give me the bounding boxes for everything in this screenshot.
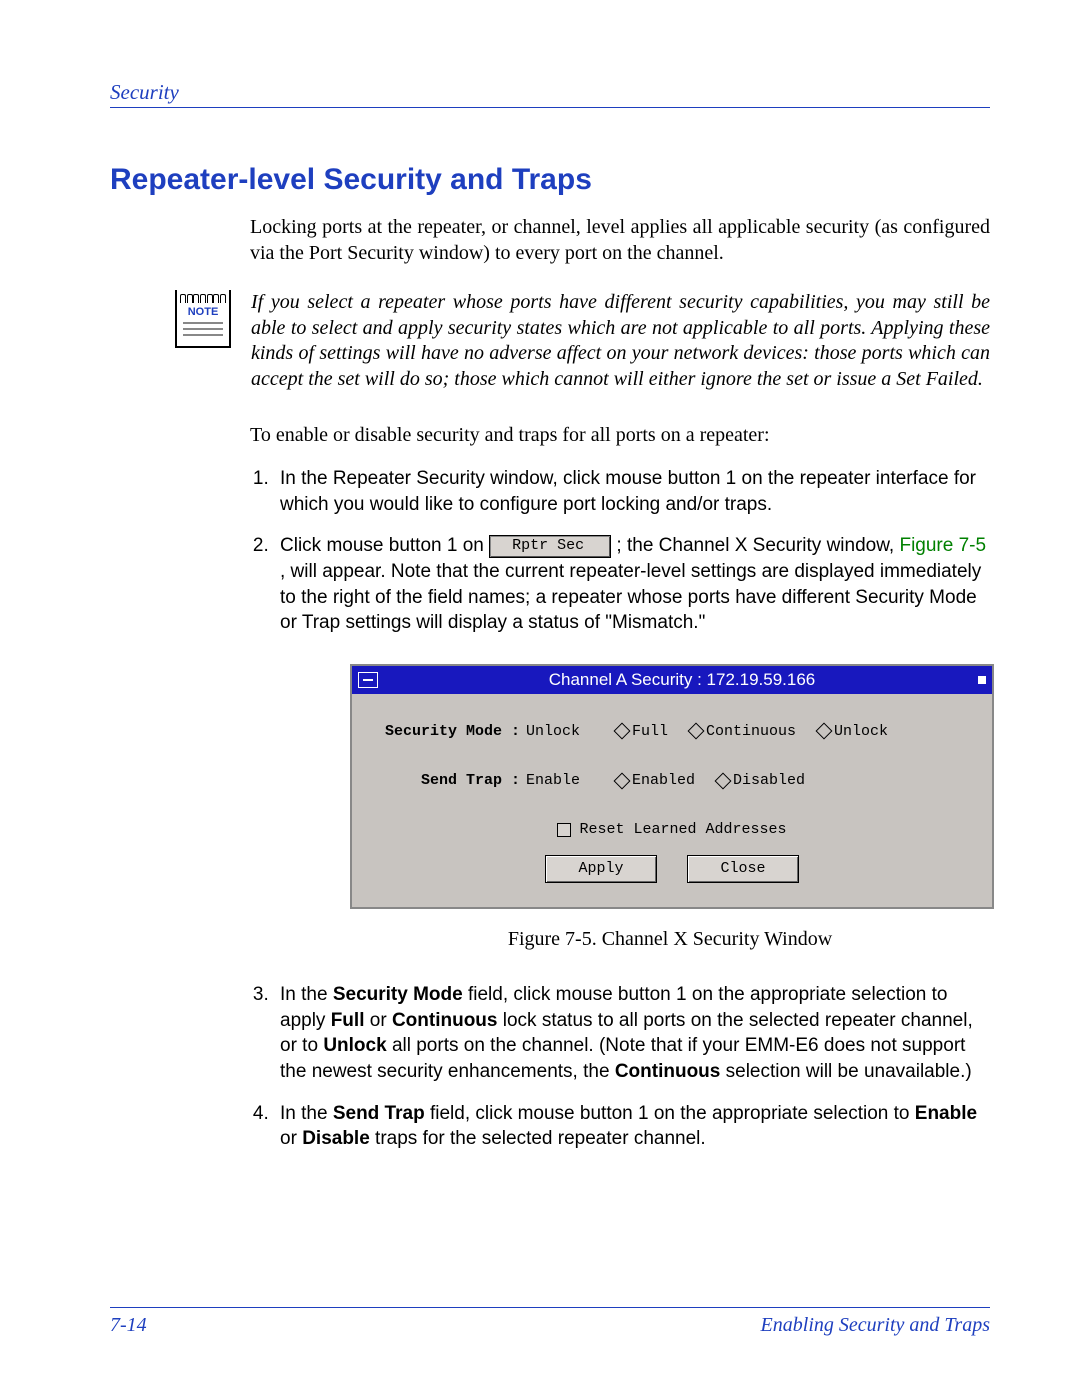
diamond-icon: [614, 723, 631, 740]
running-header: Security: [110, 80, 990, 108]
steps-list-cont: In the Security Mode field, click mouse …: [250, 982, 990, 1152]
security-mode-value: Unlock: [526, 722, 616, 741]
step-3: In the Security Mode field, click mouse …: [274, 982, 990, 1085]
step-1: In the Repeater Security window, click m…: [274, 466, 990, 517]
send-trap-label: Send Trap :: [421, 772, 520, 789]
rptr-sec-button[interactable]: Rptr Sec: [489, 535, 611, 557]
steps-list: In the Repeater Security window, click m…: [250, 466, 990, 636]
close-button[interactable]: Close: [687, 855, 799, 882]
send-trap-value: Enable: [526, 771, 616, 790]
page-number: 7-14: [110, 1314, 147, 1337]
figure-caption: Figure 7-5. Channel X Security Window: [350, 927, 990, 953]
security-mode-option-continuous[interactable]: Continuous: [690, 722, 796, 741]
security-mode-option-full[interactable]: Full: [616, 722, 668, 741]
figure-7-5: Channel A Security : 172.19.59.166 Secur…: [350, 664, 990, 952]
security-mode-option-unlock[interactable]: Unlock: [818, 722, 888, 741]
steps-intro: To enable or disable security and traps …: [250, 423, 990, 449]
page: Security Repeater-level Security and Tra…: [0, 0, 1080, 1397]
note-block: NOTE If you select a repeater whose port…: [110, 290, 990, 392]
checkbox-icon: [557, 823, 571, 837]
send-trap-option-disabled[interactable]: Disabled: [717, 771, 805, 790]
window-title: Channel A Security : 172.19.59.166: [386, 669, 978, 691]
page-footer: 7-14 Enabling Security and Traps: [110, 1307, 990, 1337]
send-trap-row: Send Trap : Enable Enabled Disabled: [370, 771, 974, 790]
step-2: Click mouse button 1 on Rptr Sec ; the C…: [274, 533, 990, 636]
footer-section: Enabling Security and Traps: [761, 1314, 990, 1337]
reset-learned-addresses[interactable]: Reset Learned Addresses: [557, 820, 786, 839]
apply-button[interactable]: Apply: [545, 855, 657, 882]
window-titlebar: Channel A Security : 172.19.59.166: [352, 666, 992, 694]
window-corner-icon[interactable]: [978, 676, 986, 684]
body-column: Locking ports at the repeater, or channe…: [250, 215, 990, 266]
intro-paragraph: Locking ports at the repeater, or channe…: [250, 215, 990, 266]
diamond-icon: [688, 723, 705, 740]
note-icon: NOTE: [175, 290, 231, 348]
figure-ref-7-5[interactable]: Figure 7-5: [899, 535, 986, 556]
system-menu-icon[interactable]: [358, 672, 378, 688]
diamond-icon: [715, 772, 732, 789]
security-mode-label: Security Mode :: [385, 723, 520, 740]
security-mode-row: Security Mode : Unlock Full Continuous U…: [370, 722, 974, 741]
step-4: In the Send Trap field, click mouse butt…: [274, 1101, 990, 1152]
heading-repeater-level: Repeater-level Security and Traps: [110, 163, 990, 197]
diamond-icon: [614, 772, 631, 789]
channel-security-window: Channel A Security : 172.19.59.166 Secur…: [350, 664, 994, 909]
note-text: If you select a repeater whose ports hav…: [251, 290, 990, 392]
diamond-icon: [816, 723, 833, 740]
send-trap-option-enabled[interactable]: Enabled: [616, 771, 695, 790]
note-label: NOTE: [180, 306, 226, 318]
